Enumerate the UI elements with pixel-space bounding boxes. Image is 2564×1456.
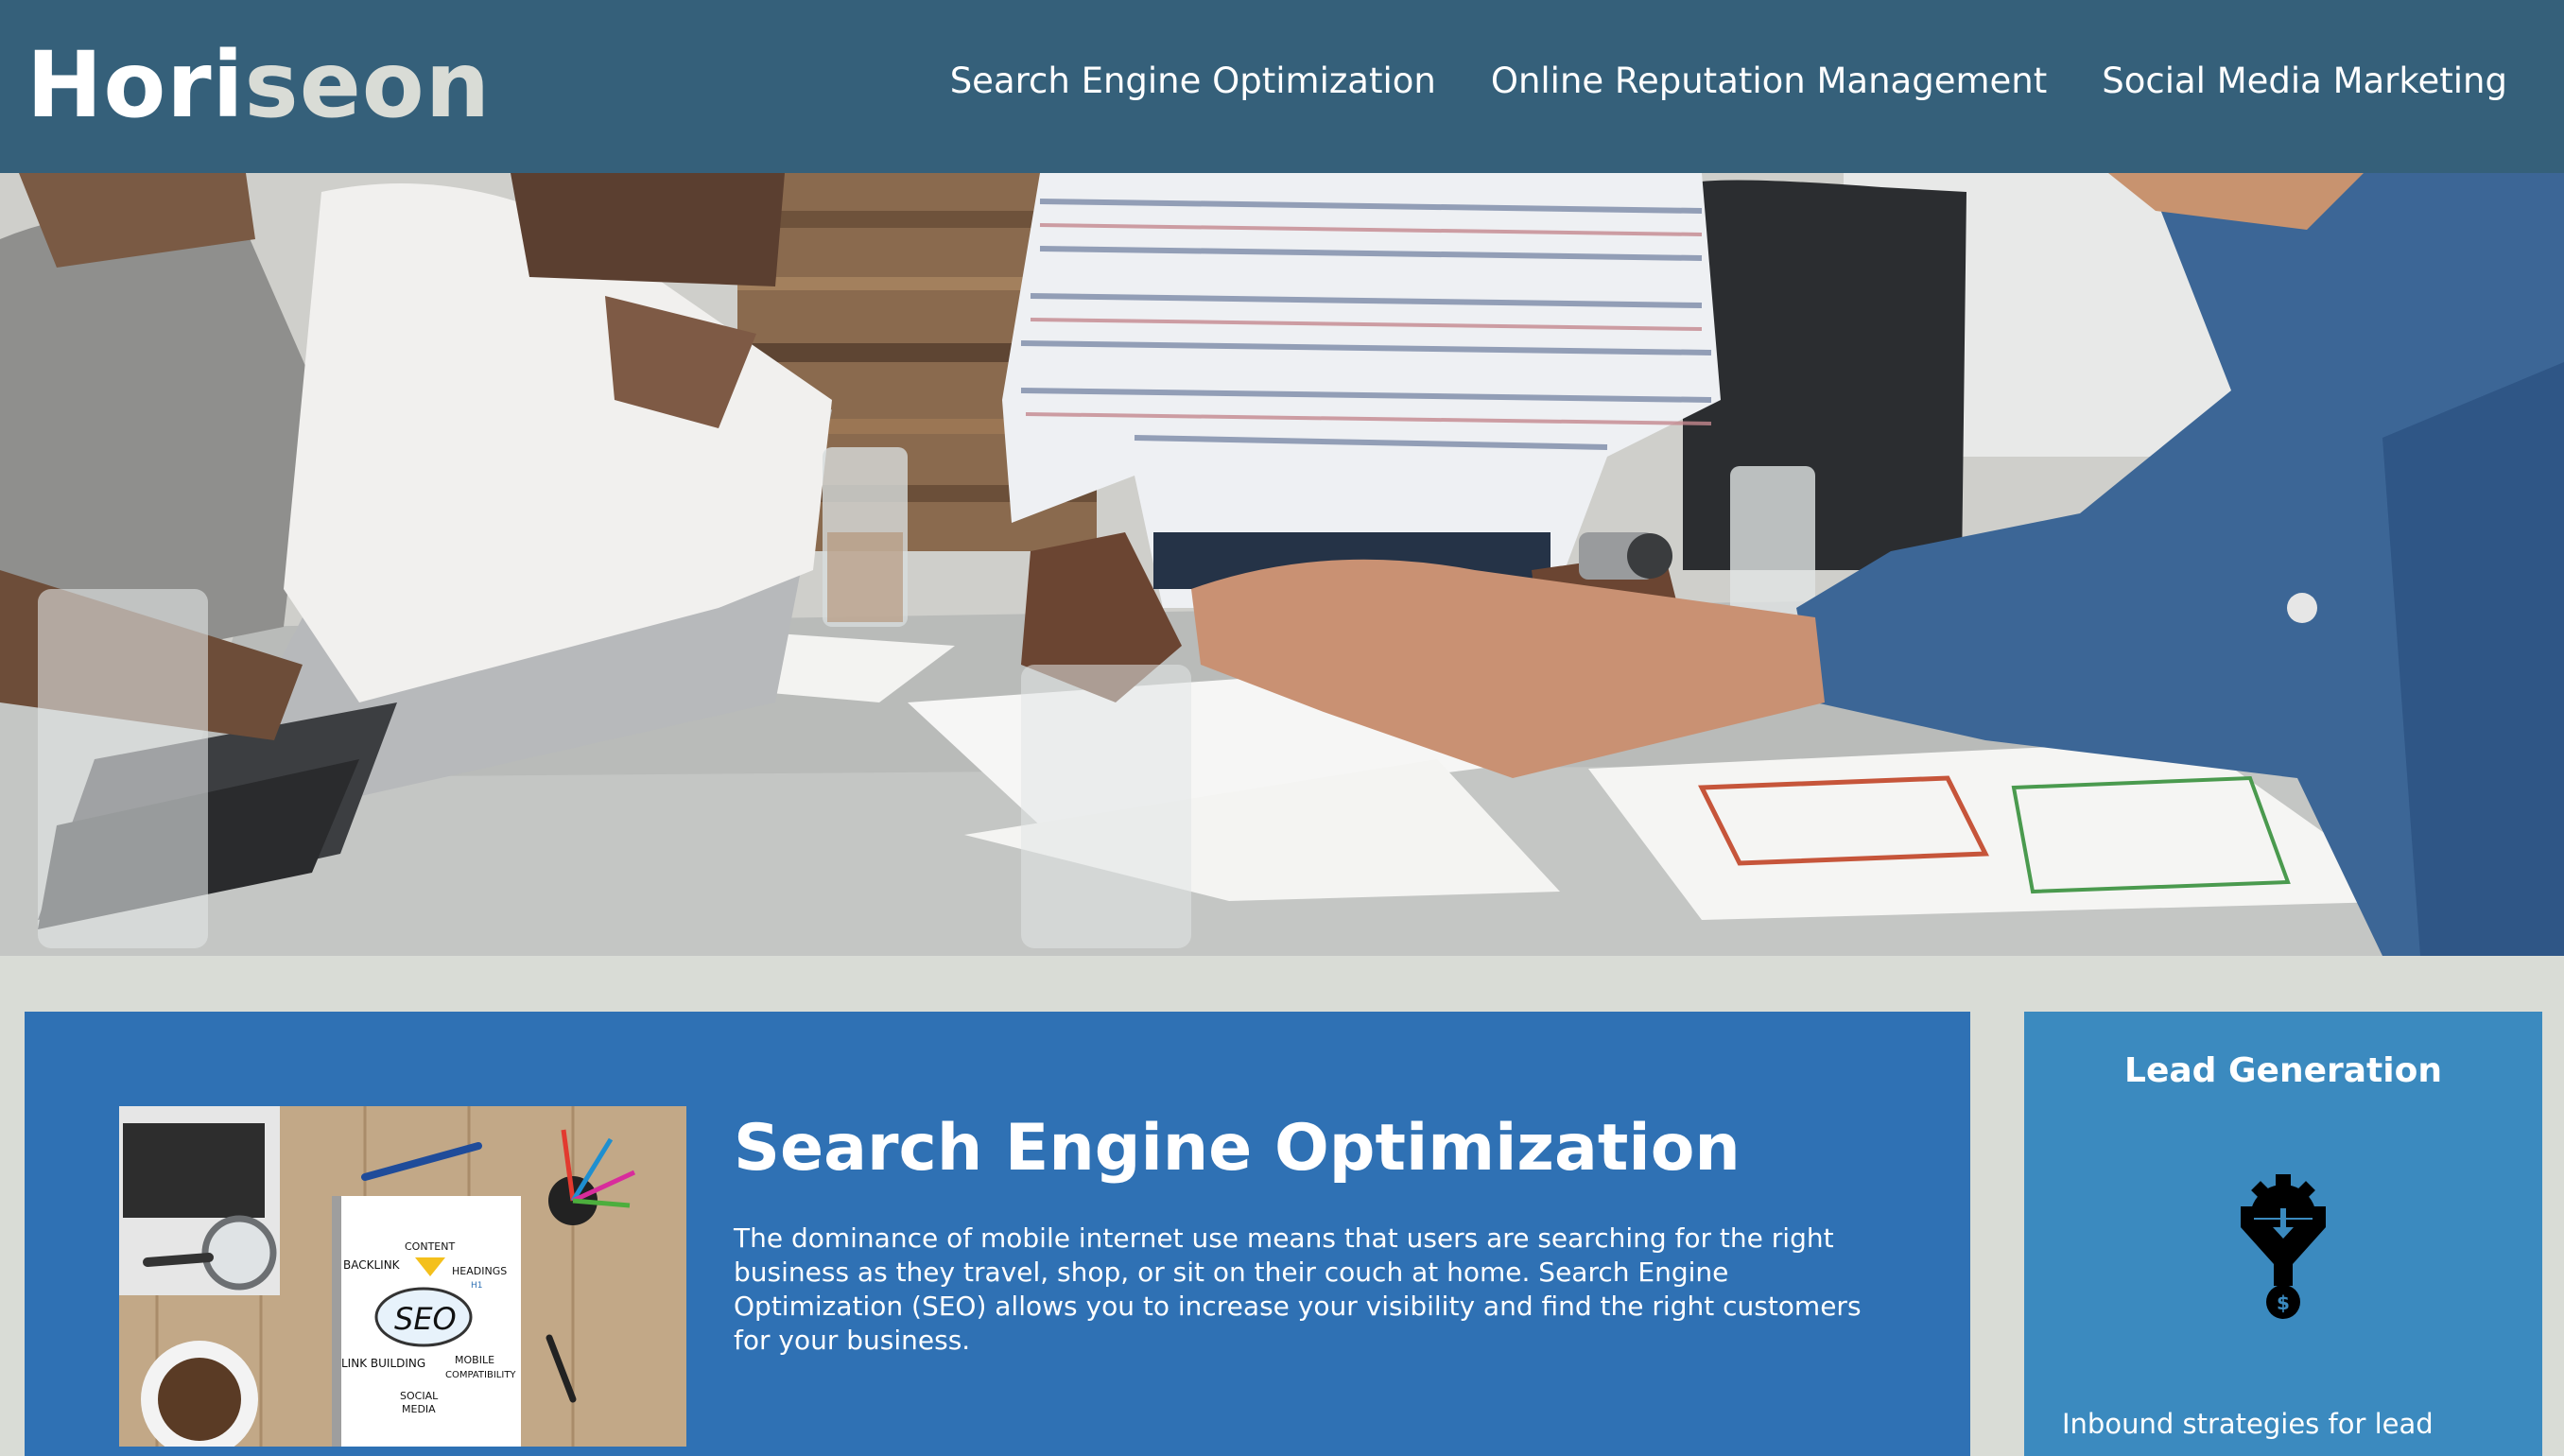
headings-label: HEADINGS bbox=[452, 1265, 507, 1277]
main-nav: Search Engine Optimization Online Reputa… bbox=[950, 49, 2507, 113]
hero-image bbox=[0, 173, 2564, 956]
seo-label: SEO bbox=[394, 1301, 457, 1337]
nav-item: Social Media Marketing bbox=[2102, 49, 2507, 113]
benefit-title: Lead Generation bbox=[2124, 1051, 2442, 1090]
hero-photo bbox=[0, 173, 2564, 956]
compatibility-label: COMPATIBILITY bbox=[445, 1370, 516, 1380]
link-building-label: LINK BUILDING bbox=[341, 1357, 425, 1370]
site-header: Horiseon Search Engine Optimization Onli… bbox=[0, 0, 2564, 173]
content-label: CONTENT bbox=[405, 1240, 455, 1253]
nav-link-seo[interactable]: Search Engine Optimization bbox=[950, 61, 1436, 101]
logo-accent: seon bbox=[244, 32, 492, 138]
h1-label: H1 bbox=[471, 1281, 483, 1291]
mobile-label: MOBILE bbox=[455, 1354, 494, 1366]
benefits-sidebar: Lead Generation $ Inbound strategies for… bbox=[2024, 1012, 2542, 1456]
nav-link-reputation[interactable]: Online Reputation Management bbox=[1491, 61, 2047, 101]
section-text: The dominance of mobile internet use mea… bbox=[734, 1222, 1862, 1356]
logo-main: Hori bbox=[26, 32, 245, 138]
backlink-label: BACKLINK bbox=[343, 1258, 401, 1272]
logo[interactable]: Horiseon bbox=[26, 28, 491, 142]
nav-link-social[interactable]: Social Media Marketing bbox=[2102, 61, 2507, 101]
benefit-text: Inbound strategies for lead bbox=[2062, 1408, 2434, 1440]
lead-generation-icon: $ bbox=[2241, 1174, 2326, 1319]
section-title: Search Engine Optimization bbox=[734, 1111, 1741, 1186]
nav-item: Search Engine Optimization bbox=[950, 49, 1436, 113]
social-label: SOCIAL bbox=[400, 1390, 439, 1402]
svg-text:$: $ bbox=[2277, 1291, 2290, 1314]
seo-illustration: SEO CONTENT BACKLINK HEADINGS H1 LINK BU… bbox=[119, 1106, 686, 1447]
nav-item: Online Reputation Management bbox=[1491, 49, 2047, 113]
seo-image: SEO CONTENT BACKLINK HEADINGS H1 LINK BU… bbox=[119, 1106, 686, 1447]
media-label: MEDIA bbox=[402, 1403, 436, 1415]
seo-section: SEO CONTENT BACKLINK HEADINGS H1 LINK BU… bbox=[25, 1012, 1970, 1456]
